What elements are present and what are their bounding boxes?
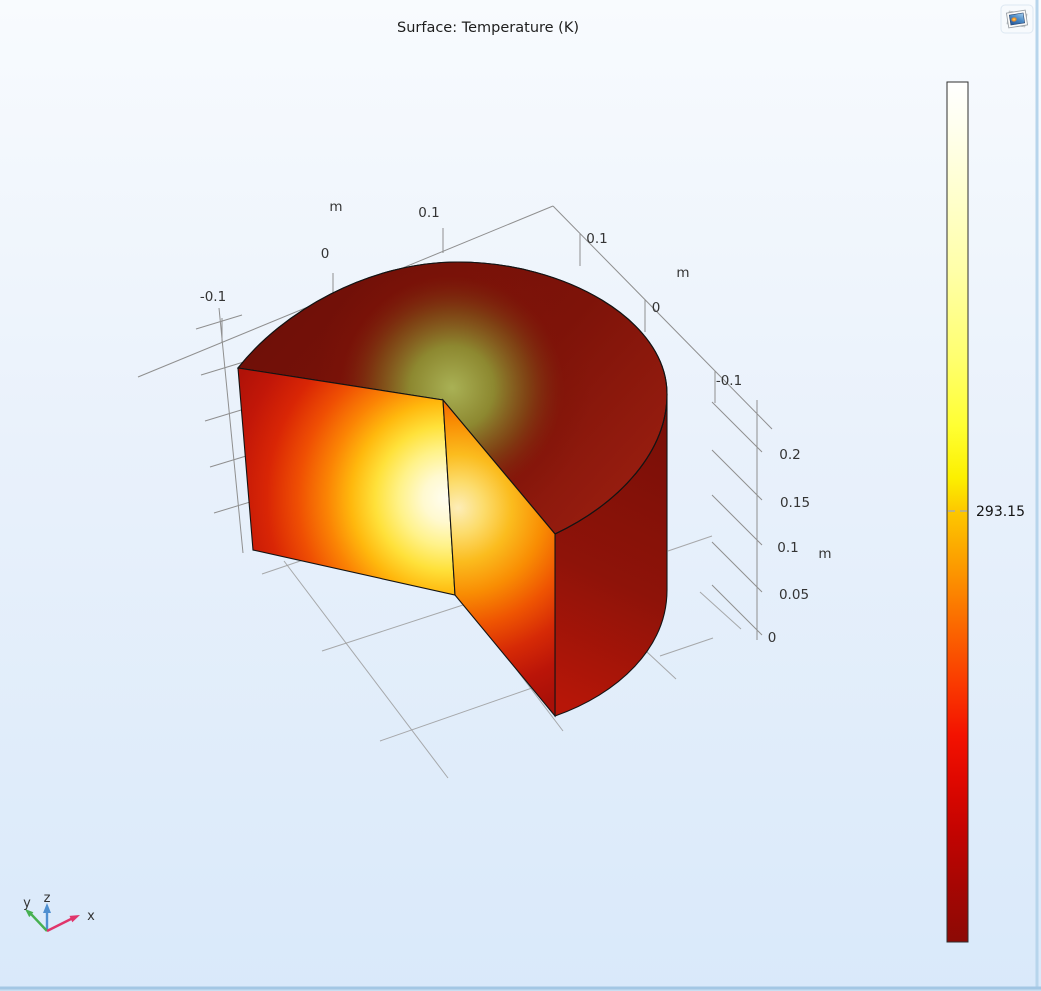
z-tick-label: 0.2 [779, 447, 800, 463]
colorbar-gradient [947, 82, 968, 942]
window-border-bottom [0, 987, 1041, 990]
y-tick-label: -0.1 [716, 373, 742, 389]
z-tick-label: 0.1 [777, 540, 798, 556]
y-axis-unit: m [676, 265, 689, 281]
triad-y-label: y [23, 896, 31, 911]
plot-canvas[interactable]: Surface: Temperature (K) [0, 0, 1041, 991]
x-tick-label: -0.1 [200, 289, 226, 305]
x-tick-label: 0 [321, 246, 330, 262]
triad-x-label: x [87, 909, 95, 924]
z-axis-unit: m [818, 546, 831, 562]
y-tick-label: 0 [652, 300, 661, 316]
z-tick-label: 0.05 [779, 587, 809, 603]
z-tick-label: 0.15 [780, 495, 810, 511]
colorbar-tick-label: 293.15 [976, 504, 1025, 520]
plot-thumbnail-icon [1006, 10, 1027, 28]
plot-thumbnail-button[interactable] [1001, 5, 1033, 33]
window-border-right [1036, 0, 1039, 991]
triad-z-label: z [44, 891, 51, 906]
y-tick-label: 0.1 [586, 231, 607, 247]
graphics-window[interactable]: Surface: Temperature (K) [0, 0, 1041, 991]
z-tick-label: 0 [768, 630, 777, 646]
x-tick-label: 0.1 [418, 205, 439, 221]
x-axis-unit: m [329, 199, 342, 215]
plot-title: Surface: Temperature (K) [397, 20, 579, 36]
